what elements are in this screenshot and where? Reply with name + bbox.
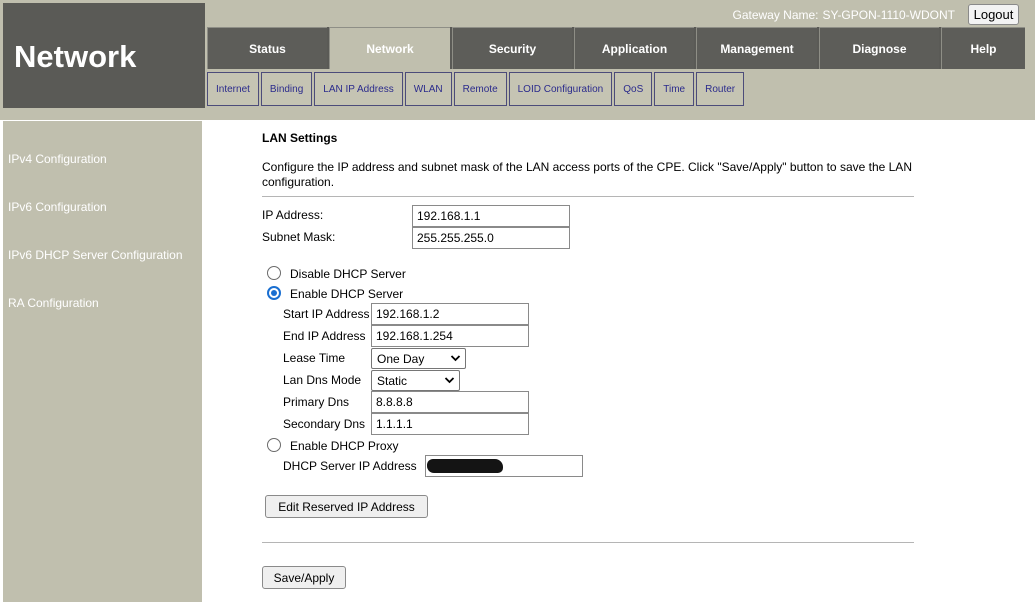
tab-network[interactable]: Network [329, 27, 450, 69]
subtab-time[interactable]: Time [654, 72, 695, 106]
ip-address-input[interactable] [412, 205, 570, 227]
end-ip-input[interactable] [371, 325, 529, 347]
subtab-wlan[interactable]: WLAN [404, 72, 452, 106]
save-apply-button[interactable]: Save/Apply [262, 566, 346, 589]
main-tabs: Status Network Security Application Mana… [207, 27, 1025, 69]
sidebar-item-ipv6-dhcp-server-configuration[interactable]: IPv6 DHCP Server Configuration [8, 248, 183, 262]
subnet-mask-input[interactable] [412, 227, 570, 249]
lease-time-label: Lease Time [283, 351, 346, 365]
tab-help[interactable]: Help [941, 27, 1025, 69]
sidebar-item-ra-configuration[interactable]: RA Configuration [8, 296, 99, 310]
gateway-label: Gateway Name: [732, 8, 819, 22]
disable-dhcp-radio[interactable] [267, 266, 281, 280]
end-ip-label: End IP Address [283, 329, 366, 343]
secondary-dns-label: Secondary Dns [283, 417, 366, 431]
subtab-internet[interactable]: Internet [207, 72, 259, 106]
gateway-name: Gateway Name: SY-GPON-1110-WDONT [732, 8, 955, 22]
logo-box: Network [3, 3, 205, 108]
logo: Network [14, 39, 137, 74]
chevron-down-icon [450, 350, 461, 369]
ip-address-label: IP Address: [262, 208, 324, 222]
subtab-qos[interactable]: QoS [614, 72, 653, 106]
subtab-remote[interactable]: Remote [453, 72, 507, 106]
tab-diagnose[interactable]: Diagnose [819, 27, 939, 69]
sidebar: IPv4 Configuration IPv6 Configuration IP… [3, 121, 202, 602]
tab-management[interactable]: Management [696, 27, 817, 69]
enable-dhcp-label: Enable DHCP Server [290, 287, 404, 301]
logout-button[interactable]: Logout [968, 4, 1019, 25]
top-bar: Gateway Name: SY-GPON-1110-WDONT Logout [207, 3, 1025, 26]
disable-dhcp-label: Disable DHCP Server [290, 267, 406, 281]
lease-time-select[interactable]: One Day [371, 348, 466, 369]
tab-status[interactable]: Status [207, 27, 327, 69]
dhcp-server-ip-label: DHCP Server IP Address [283, 459, 417, 473]
sidebar-item-ipv6-configuration[interactable]: IPv6 Configuration [8, 200, 107, 214]
page-description: Configure the IP address and subnet mask… [262, 160, 912, 189]
lan-dns-mode-label: Lan Dns Mode [283, 373, 362, 387]
enable-dhcp-proxy-radio[interactable] [267, 438, 281, 452]
edit-reserved-ip-button[interactable]: Edit Reserved IP Address [265, 495, 428, 518]
enable-dhcp-proxy-label: Enable DHCP Proxy [290, 439, 399, 453]
subtab-binding[interactable]: Binding [260, 72, 313, 106]
primary-dns-label: Primary Dns [283, 395, 350, 409]
header: Network Gateway Name: SY-GPON-1110-WDONT … [0, 0, 1035, 120]
tab-security[interactable]: Security [452, 27, 572, 69]
chevron-down-icon [444, 372, 455, 391]
sidebar-item-ipv4-configuration[interactable]: IPv4 Configuration [8, 152, 107, 166]
divider [262, 542, 914, 543]
page-title: LAN Settings [262, 131, 338, 145]
lease-time-value: One Day [377, 352, 425, 366]
sub-tabs: Internet Binding LAN IP Address WLAN Rem… [207, 72, 746, 106]
subtab-router[interactable]: Router [696, 72, 745, 106]
gateway-value: SY-GPON-1110-WDONT [822, 8, 955, 22]
primary-dns-input[interactable] [371, 391, 529, 413]
start-ip-label: Start IP Address [283, 307, 370, 321]
subtab-loid-configuration[interactable]: LOID Configuration [508, 72, 613, 106]
start-ip-input[interactable] [371, 303, 529, 325]
enable-dhcp-radio[interactable] [267, 286, 281, 300]
tab-application[interactable]: Application [574, 27, 694, 69]
subtab-lan-ip-address[interactable]: LAN IP Address [314, 72, 403, 106]
lan-dns-mode-select[interactable]: Static [371, 370, 460, 391]
secondary-dns-input[interactable] [371, 413, 529, 435]
lan-dns-mode-value: Static [377, 374, 408, 388]
divider [262, 196, 914, 197]
redaction-scribble [427, 459, 503, 473]
subnet-mask-label: Subnet Mask: [262, 230, 336, 244]
